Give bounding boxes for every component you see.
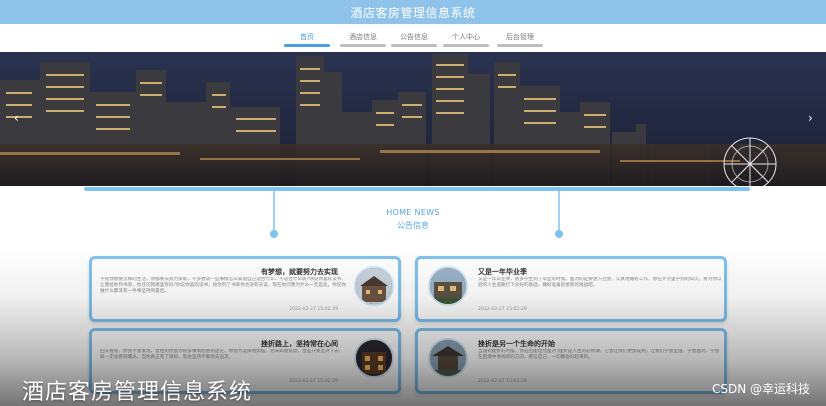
news-card[interactable]: 挫折是另一个生命的开始 当遇到挫折的时候，你是否能坦然面对?挫折是人生的必修课，… xyxy=(415,328,727,394)
top-nav: 首页 酒店信息 公告信息 个人中心 后台管理 xyxy=(0,24,826,52)
news-card-title: 有梦想，就要努力去实现 xyxy=(261,268,338,276)
news-card-date: 2022-02-27 15:02:29 xyxy=(289,307,338,312)
news-card-excerpt: 当遇到挫折的时候，你是否能坦然面对?挫折是人生的必修课，它会让我们更加成熟，让我… xyxy=(478,349,720,361)
carousel-next-button[interactable]: › xyxy=(808,112,813,124)
news-card-date: 2022-02-27 15:02:29 xyxy=(478,307,527,312)
nav-underline xyxy=(391,44,437,47)
news-card-thumbnail xyxy=(354,266,394,306)
news-card-thumbnail xyxy=(428,338,468,378)
nav-item-label: 个人中心 xyxy=(452,33,480,41)
video-caption: 酒店客房管理信息系统 xyxy=(22,380,253,405)
nav-item-label: 首页 xyxy=(300,33,314,41)
news-card-thumbnail xyxy=(354,338,394,378)
news-card-thumbnail xyxy=(428,266,468,306)
news-card-excerpt: 又是一年毕业季，很多学生到了毕业的时候，面对的是要进入社会，认真地做好工作，你在… xyxy=(478,277,722,289)
news-card[interactable]: 又是一年毕业季 又是一年毕业季，很多学生到了毕业的时候，面对的是要进入社会，认真… xyxy=(415,256,727,322)
nav-underline xyxy=(497,44,543,47)
nav-item-label: 后台管理 xyxy=(506,33,534,41)
carousel-prev-button[interactable]: ‹ xyxy=(14,112,19,124)
building-image xyxy=(430,268,466,304)
csdn-watermark: CSDN @幸运科技 xyxy=(711,382,810,396)
nav-item-notices[interactable]: 公告信息 xyxy=(391,31,437,47)
nav-underline xyxy=(284,44,330,47)
news-card-title: 挫折路上，坚持常在心间 xyxy=(261,340,338,348)
news-card-date: 2022-02-27 15:02:29 xyxy=(478,379,527,384)
nav-item-home[interactable]: 首页 xyxy=(284,31,330,47)
banner-carousel[interactable]: ‹ › xyxy=(0,52,826,186)
nav-underline xyxy=(340,44,386,47)
news-heading-cn: 公告信息 xyxy=(397,221,429,230)
title-bar: 酒店客房管理信息系统 xyxy=(0,0,826,24)
night-hotel-image xyxy=(356,340,392,376)
site-title: 酒店客房管理信息系统 xyxy=(350,6,476,20)
news-card[interactable]: 有梦想，就要努力去实现 不管你想要怎样的生活，你都要去努力争取，不多尝试一些事情… xyxy=(89,256,401,322)
pavilion-image xyxy=(430,340,466,376)
nav-item-hotel-info[interactable]: 酒店信息 xyxy=(340,31,386,47)
news-card-excerpt: 回头看看，你会不会发现，曾经的你会为很多事情而感到迷茫，你会为选择而烦恼，为未知… xyxy=(100,349,344,361)
nav-item-label: 公告信息 xyxy=(400,33,428,41)
city-night-image xyxy=(0,52,826,186)
nav-underline xyxy=(443,44,489,47)
news-card-excerpt: 不管你想要怎样的生活，你都要去努力争取，不多尝试一些事情怎么知道自己适合什么、不… xyxy=(100,277,346,295)
nav-item-label: 酒店信息 xyxy=(349,33,377,41)
news-card-title: 挫折是另一个生命的开始 xyxy=(478,340,555,348)
nav-item-admin[interactable]: 后台管理 xyxy=(497,31,543,47)
news-card-date: 2022-02-27 15:02:29 xyxy=(289,379,338,384)
news-heading-en: HOME NEWS xyxy=(386,208,440,217)
nav-item-personal-center[interactable]: 个人中心 xyxy=(443,31,489,47)
building-image xyxy=(356,268,392,304)
news-section-header: HOME NEWS 公告信息 xyxy=(0,186,826,256)
news-card-title: 又是一年毕业季 xyxy=(478,268,527,276)
